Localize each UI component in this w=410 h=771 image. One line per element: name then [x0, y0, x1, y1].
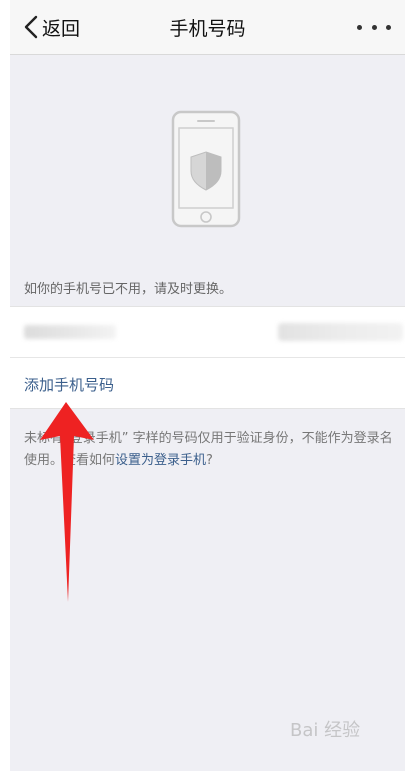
redacted-label [278, 323, 403, 341]
phone-number-row[interactable] [10, 307, 405, 357]
redacted-number [24, 325, 116, 339]
navigation-bar: 返回 手机号码 [10, 0, 405, 55]
note-end: ? [206, 453, 213, 468]
phone-screen: 返回 手机号码 如你的手机号已不用，请及时更换。 添加手机号码 未标有“登录手机… [10, 0, 405, 771]
login-phone-note: 未标有“登录手机” 字样的号码仅用于验证身份，不能作为登录名使用。查看如何设置为… [24, 428, 394, 472]
watermark: Bai 经验 [290, 720, 361, 741]
hint-text: 如你的手机号已不用，请及时更换。 [24, 282, 233, 297]
add-phone-button[interactable]: 添加手机号码 [24, 374, 114, 395]
page-title: 手机号码 [169, 18, 246, 40]
more-dots-icon[interactable] [357, 18, 391, 36]
phone-shield-icon [171, 110, 241, 232]
phone-list: 添加手机号码 [10, 306, 405, 409]
add-phone-row[interactable]: 添加手机号码 [10, 357, 405, 408]
set-login-phone-link[interactable]: 设置为登录手机 [115, 453, 206, 468]
